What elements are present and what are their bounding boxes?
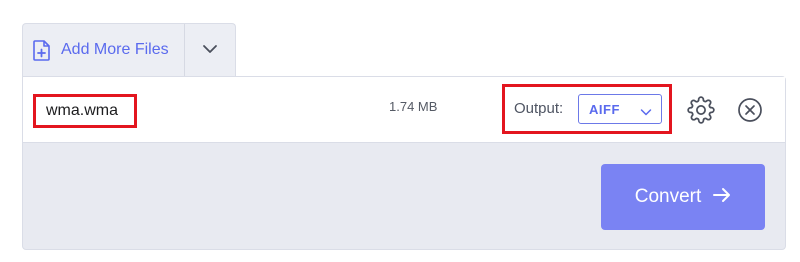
file-name: wma.wma xyxy=(46,102,119,119)
chevron-down-icon xyxy=(202,41,218,59)
file-row: wma.wma 1.74 MB Output: AIFF xyxy=(23,77,785,143)
add-files-dropdown-button[interactable] xyxy=(185,24,235,76)
output-highlight: Output: AIFF xyxy=(502,84,672,134)
add-more-files-label: Add More Files xyxy=(61,41,169,58)
output-format-select[interactable]: AIFF xyxy=(578,94,662,124)
close-circle-icon[interactable] xyxy=(737,97,763,123)
output-label: Output: xyxy=(514,100,564,117)
file-size: 1.74 MB xyxy=(389,99,438,114)
convert-label: Convert xyxy=(634,186,702,207)
arrow-right-icon xyxy=(713,187,731,208)
chevron-down-icon xyxy=(640,104,652,122)
gear-icon[interactable] xyxy=(687,96,715,124)
filename-highlight: wma.wma xyxy=(33,94,137,128)
output-format-value: AIFF xyxy=(589,101,620,117)
files-panel: wma.wma 1.74 MB Output: AIFF Convert xyxy=(22,76,786,250)
add-more-files-button[interactable]: Add More Files xyxy=(23,24,185,76)
file-toolbar: Add More Files xyxy=(22,23,236,76)
convert-button[interactable]: Convert xyxy=(601,164,765,230)
file-plus-icon xyxy=(33,39,53,61)
